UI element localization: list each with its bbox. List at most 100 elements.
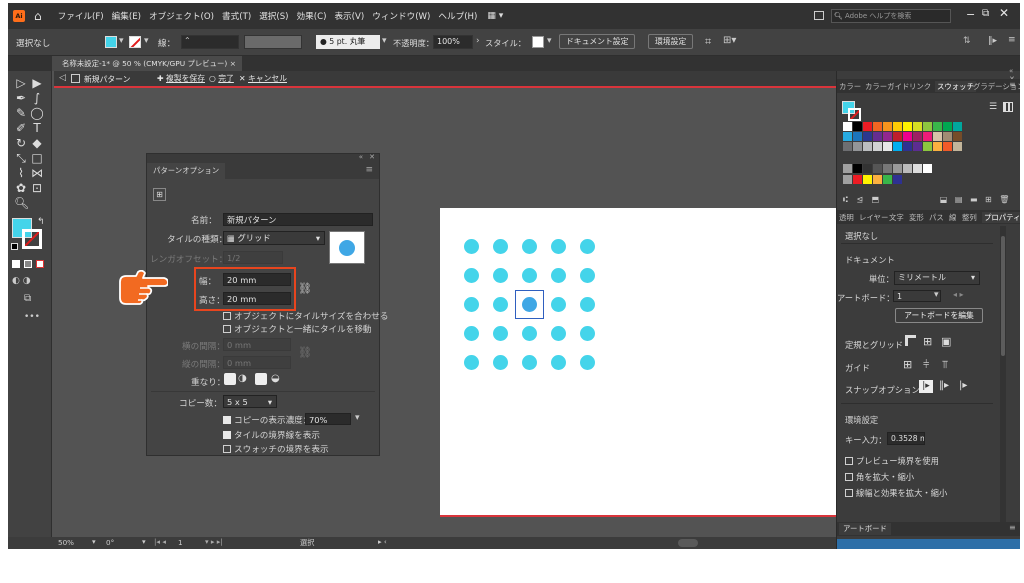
- properties-panel-tab-2[interactable]: 文字: [889, 212, 904, 223]
- height-input[interactable]: 20 mm: [223, 292, 291, 305]
- properties-icon[interactable]: ‖▸: [988, 36, 997, 46]
- help-search-input[interactable]: 🔍︎ Adobe ヘルプを検索: [831, 9, 951, 23]
- properties-panel-tab-3[interactable]: 変形: [909, 212, 924, 223]
- direct-selection-tool-icon[interactable]: ▶: [30, 77, 44, 89]
- brush-definition-dropdown[interactable]: ● 5 pt. 丸筆: [316, 35, 380, 49]
- overlap-top-icon[interactable]: [255, 373, 267, 385]
- swatch[interactable]: [843, 142, 852, 151]
- swatch-panel-tab-3[interactable]: スウォッチ: [935, 81, 976, 92]
- key-increment-input[interactable]: 0.3528 mm: [887, 432, 925, 445]
- swatch[interactable]: [953, 122, 962, 131]
- grid-icon[interactable]: ⊞: [923, 335, 932, 348]
- swatch[interactable]: [923, 142, 932, 151]
- swatch[interactable]: [903, 122, 912, 131]
- opacity-input[interactable]: 100%: [433, 35, 473, 49]
- properties-panel-tab-0[interactable]: 透明: [839, 212, 854, 223]
- artboard[interactable]: [440, 208, 838, 515]
- save-copy-button[interactable]: ✚ 複製を保存: [157, 73, 205, 84]
- selection-tool-icon[interactable]: ▷: [14, 77, 28, 89]
- zoom-level[interactable]: 50%: [58, 538, 74, 547]
- tab-artboards[interactable]: アートボード: [839, 523, 891, 535]
- style-chevron-icon[interactable]: ▾: [547, 36, 552, 46]
- swatch[interactable]: [863, 122, 872, 131]
- show-swatch-bounds-checkbox[interactable]: スウォッチの境界を表示: [223, 443, 329, 455]
- menu-item-3[interactable]: 書式(T): [218, 10, 255, 22]
- swatch[interactable]: [953, 142, 962, 151]
- done-button[interactable]: ○ 完了: [209, 73, 234, 84]
- collapse-icon[interactable]: «: [359, 153, 363, 161]
- align-icon[interactable]: ⊞▾: [723, 35, 736, 46]
- stroke-color-box[interactable]: [22, 229, 42, 249]
- swatch[interactable]: [863, 142, 872, 151]
- opacity-arrow-icon[interactable]: ›: [476, 36, 480, 46]
- workspace-switcher[interactable]: ▦ ▾: [487, 11, 503, 21]
- status-menu-icon[interactable]: ▸ ‹: [378, 537, 387, 546]
- menu-item-5[interactable]: 効果(C): [293, 10, 331, 22]
- menu-item-4[interactable]: 選択(S): [255, 10, 292, 22]
- draw-mode-icon[interactable]: ◐ ◑: [12, 276, 31, 286]
- edit-artboard-button[interactable]: アートボードを編集: [895, 308, 983, 323]
- swatch-kinds-icon[interactable]: ⊴: [856, 195, 863, 204]
- stroke-swatch[interactable]: [129, 36, 141, 48]
- stroke-dropdown-chevron-icon[interactable]: ▾: [144, 36, 149, 46]
- swatch[interactable]: [913, 142, 922, 151]
- swatch[interactable]: [913, 122, 922, 131]
- artboard-list-row[interactable]: [837, 539, 1020, 549]
- brush-chevron-icon[interactable]: ▾: [382, 36, 387, 46]
- snap-point-icon[interactable]: |▸: [919, 380, 933, 393]
- maximize-button[interactable]: ⧉: [982, 8, 989, 19]
- library-icon[interactable]: ⑆: [843, 195, 848, 204]
- menu-icon[interactable]: ≡: [1008, 35, 1016, 45]
- close-tab-icon[interactable]: ×: [230, 56, 236, 71]
- swatch[interactable]: [883, 132, 892, 141]
- swatch[interactable]: [843, 122, 852, 131]
- move-tile-checkbox[interactable]: オブジェクトと一緒にタイルを移動: [223, 323, 372, 335]
- artboard-chevron-icon[interactable]: ▾: [934, 290, 939, 300]
- swatch-panel-tab-1[interactable]: カラーガイド: [865, 81, 909, 92]
- unit-select[interactable]: ミリメートル ▾: [894, 271, 980, 285]
- delete-swatch-icon[interactable]: 🗑︎: [999, 195, 1009, 204]
- type-tool-icon[interactable]: T: [30, 122, 44, 134]
- swatch[interactable]: [863, 132, 872, 141]
- fill-stroke-widget[interactable]: [842, 101, 862, 121]
- back-arrow-icon[interactable]: ◁: [59, 73, 66, 83]
- scale-tool-icon[interactable]: ⤡: [14, 152, 28, 164]
- dim-copies-chevron-icon[interactable]: ▾: [355, 413, 360, 423]
- ellipse-tool-icon[interactable]: ◯: [30, 107, 44, 119]
- fill-swatch[interactable]: [105, 36, 117, 48]
- artboard-tool-icon[interactable]: ⊡: [30, 182, 44, 194]
- cancel-button[interactable]: ✕ キャンセル: [239, 73, 287, 84]
- dim-copies-checkbox[interactable]: コピーの表示濃度：: [223, 414, 311, 426]
- panel-menu-icon[interactable]: ≡: [365, 165, 373, 175]
- rotate-tool-icon[interactable]: ↻: [14, 137, 28, 149]
- menu-item-2[interactable]: オブジェクト(O): [145, 10, 218, 22]
- link-size-icon[interactable]: ⛓: [298, 282, 312, 295]
- swatch[interactable]: [923, 122, 932, 131]
- snap-pixel-icon[interactable]: ‖▸: [939, 380, 949, 391]
- eyedropper-tool-icon[interactable]: ⌇: [14, 167, 28, 179]
- properties-panel-tab-1[interactable]: レイヤー: [859, 212, 888, 223]
- swatch[interactable]: [913, 132, 922, 141]
- swatch[interactable]: [933, 142, 942, 151]
- swatch[interactable]: [933, 122, 942, 131]
- properties-panel-tab-5[interactable]: 線: [949, 212, 956, 223]
- list-view-icon[interactable]: ☰: [989, 102, 997, 112]
- rotation-chevron-icon[interactable]: ▾: [142, 537, 146, 546]
- artboard-nav-prev-icon[interactable]: |◂ ◂: [154, 537, 166, 546]
- menu-item-0[interactable]: ファイル(F): [54, 10, 108, 22]
- preview-bounds-checkbox[interactable]: プレビュー境界を使用: [845, 455, 939, 467]
- swap-colors-icon[interactable]: ↰: [37, 217, 45, 227]
- swatch[interactable]: [903, 142, 912, 151]
- swatch-panel-tab-2[interactable]: リンク: [909, 81, 931, 92]
- pen-tool-icon[interactable]: ✒: [14, 92, 28, 104]
- rectangle-tool-icon[interactable]: □: [30, 152, 44, 164]
- properties-panel-tab-6[interactable]: 整列: [962, 212, 977, 223]
- symbol-tool-icon[interactable]: ✿: [14, 182, 28, 194]
- guides-icon[interactable]: ⊞: [903, 358, 912, 371]
- pencil-tool-icon[interactable]: ✐: [14, 122, 28, 134]
- swatch[interactable]: [893, 132, 902, 141]
- swatch[interactable]: [873, 142, 882, 151]
- screen-mode-icon[interactable]: ⧉: [24, 293, 31, 304]
- edit-toolbar-icon[interactable]: •••: [24, 312, 40, 322]
- none-mode-icon[interactable]: [36, 260, 44, 268]
